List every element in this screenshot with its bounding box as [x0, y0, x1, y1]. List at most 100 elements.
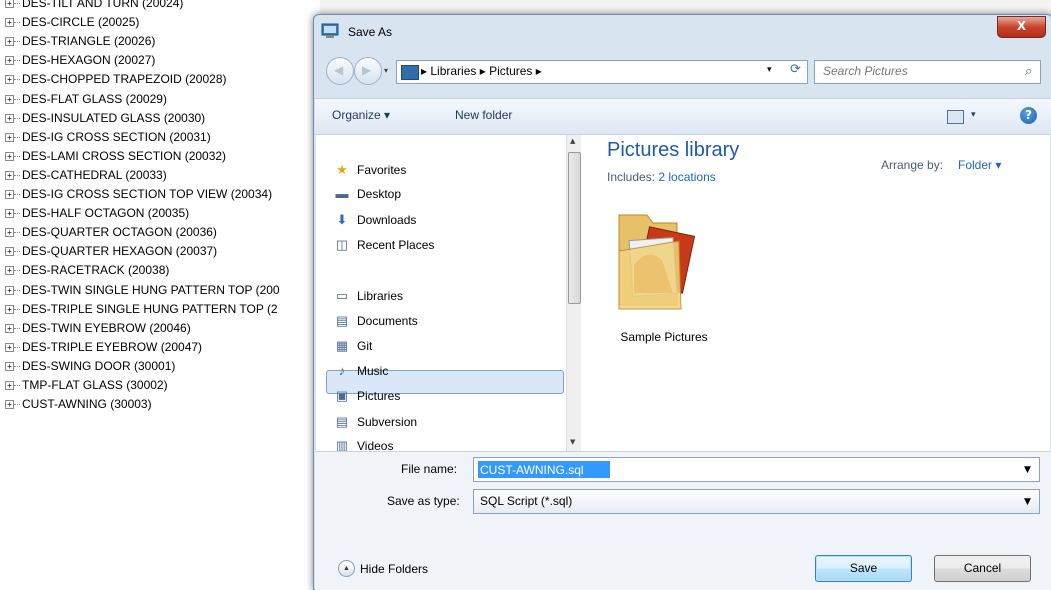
tree-item-label: DES-INSULATED GLASS (20030) [22, 110, 206, 125]
tree-item-label: DES-IG CROSS SECTION (20031) [22, 129, 211, 144]
tree-connector [14, 22, 20, 24]
organize-button[interactable]: Organize ▾ [332, 108, 390, 122]
address-bar[interactable]: ▸ Libraries ▸ Pictures ▸ ▾ ⟳ [396, 60, 808, 84]
tree-item-label: DES-TWIN EYEBROW (20046) [22, 320, 191, 335]
file-name-field[interactable]: ▼ [473, 457, 1040, 482]
nav-item-label: Favorites [357, 163, 407, 177]
expand-icon[interactable]: + [5, 400, 14, 410]
desktop-icon: ▬ [335, 186, 349, 201]
background-tree-panel: + DES-TILT AND TURN (20024) + DES-CIRCLE (2… [0, 0, 321, 588]
forward-button[interactable]: ▶ [354, 57, 382, 85]
back-arrow-icon: ◀ [334, 63, 344, 77]
expand-icon[interactable]: + [5, 75, 14, 85]
tree-item-label: DES-QUARTER OCTAGON (20036) [22, 225, 217, 240]
tree-item-label: DES-CIRCLE (20025) [22, 15, 140, 30]
tree-connector [14, 404, 20, 406]
scroll-down-icon[interactable]: ▼ [570, 438, 575, 446]
tree-item-label: DES-TRIPLE EYEBROW (20047) [22, 339, 203, 354]
tree-item-label: DES-TRIANGLE (20026) [22, 34, 156, 49]
expand-icon[interactable]: + [5, 94, 14, 104]
nav-item-label: Recent Places [357, 238, 435, 252]
view-dropdown-icon[interactable]: ▾ [971, 110, 976, 120]
tree-connector [14, 251, 20, 253]
tree-item-label: DES-CHOPPED TRAPEZOID (20028) [22, 72, 227, 87]
expand-icon[interactable]: + [5, 381, 14, 390]
file-name-input[interactable] [478, 461, 610, 478]
file-name-label: File name: [401, 462, 458, 476]
expand-icon[interactable]: + [5, 151, 14, 161]
tree-connector [14, 117, 20, 119]
expand-icon[interactable]: + [5, 56, 14, 66]
expand-icon[interactable]: + [5, 18, 14, 28]
tree-item-label: DES-TWIN SINGLE HUNG PATTERN TOP (200 [22, 282, 280, 297]
scroll-up-icon[interactable]: ▲ [570, 137, 575, 145]
expand-icon[interactable]: + [5, 0, 14, 8]
save-as-type-dropdown-icon[interactable]: ▼ [1024, 497, 1031, 507]
nav-item-label: Desktop [357, 187, 402, 201]
picture-folder-icon [618, 214, 696, 310]
star-icon: ★ [336, 162, 348, 177]
new-folder-button[interactable]: New folder [455, 108, 512, 122]
tree-item-label: DES-SWING DOOR (30001) [22, 358, 176, 373]
address-dropdown-icon[interactable]: ▾ [767, 65, 772, 75]
expand-icon[interactable]: + [5, 266, 14, 276]
refresh-icon[interactable]: ⟳ [790, 62, 801, 77]
tree-connector [14, 385, 20, 386]
search-icon[interactable]: ⌕ [1025, 64, 1032, 79]
expand-icon[interactable]: + [5, 37, 14, 47]
dialog-title: Save As [348, 25, 393, 39]
file-name-dropdown-icon[interactable]: ▼ [1024, 465, 1031, 475]
save-options-panel: File name: ▼ Save as type: SQL Script (*… [315, 451, 1051, 590]
help-icon[interactable]: ? [1020, 107, 1037, 124]
expand-icon[interactable]: + [5, 304, 14, 314]
nav-item-label: Downloads [357, 213, 417, 227]
save-button[interactable]: Save [815, 555, 912, 582]
expand-icon[interactable]: + [5, 132, 14, 142]
tree-item-label: DES-LAMI CROSS SECTION (20032) [22, 148, 227, 163]
tree-connector [14, 365, 20, 367]
folder-label: Sample Pictures [620, 330, 708, 344]
file-list-pane[interactable]: Pictures library Includes: 2 locations A… [581, 135, 1050, 451]
arrange-by-dropdown[interactable]: Folder ▾ [958, 158, 1001, 172]
pictures-icon: ▣ [335, 388, 349, 403]
expand-icon[interactable]: + [5, 285, 14, 295]
expand-icon[interactable]: + [5, 209, 14, 219]
search-box[interactable]: ⌕ [814, 60, 1041, 84]
forward-arrow-icon: ▶ [362, 63, 372, 77]
back-button[interactable]: ◀ [326, 57, 354, 85]
expand-icon[interactable]: + [5, 190, 14, 199]
save-as-type-select[interactable]: SQL Script (*.sql) ▼ [473, 489, 1040, 514]
change-view-icon[interactable] [947, 110, 964, 124]
tree-connector [14, 98, 20, 100]
expand-icon[interactable]: + [5, 113, 14, 123]
tree-connector [14, 3, 20, 4]
expand-icon[interactable]: + [5, 342, 14, 352]
expand-icon[interactable]: + [5, 170, 14, 180]
recent-pages-dropdown[interactable]: ▾ [384, 66, 388, 75]
tree-item-label: DES-QUARTER HEXAGON (20037) [22, 244, 218, 259]
expand-icon[interactable]: + [5, 247, 14, 257]
recent-places-icon: ◫ [335, 237, 349, 252]
chevron-up-icon: ▲ [338, 560, 355, 577]
tree-item-label: DES-TILT AND TURN (20024) [22, 0, 184, 10]
save-dialog-icon [321, 23, 339, 38]
library-includes: Includes: 2 locations [607, 170, 716, 184]
expand-icon[interactable]: + [5, 323, 14, 333]
scrollbar-thumb[interactable] [568, 152, 581, 304]
folder-item-sample-pictures[interactable]: Sample Pictures [609, 205, 719, 355]
expand-icon[interactable]: + [5, 228, 14, 238]
navigation-scrollbar[interactable]: ▲ ▼ [566, 135, 581, 451]
tree-connector [14, 41, 20, 43]
close-button[interactable]: X [997, 16, 1046, 38]
tree-connector [14, 60, 20, 62]
includes-locations-link[interactable]: 2 locations [658, 170, 715, 184]
address-path[interactable]: ▸ Libraries ▸ Pictures ▸ [421, 64, 542, 78]
expand-icon[interactable]: + [5, 361, 14, 371]
cancel-button[interactable]: Cancel [934, 555, 1031, 582]
tree-connector [14, 79, 20, 81]
search-input[interactable] [823, 64, 1013, 78]
tree-item-label: DES-IG CROSS SECTION TOP VIEW (20034) [22, 187, 273, 201]
dialog-titlebar[interactable]: Save As X [314, 15, 1051, 51]
tree-item-label: DES-CATHEDRAL (20033) [22, 167, 167, 182]
library-folder-icon [401, 65, 419, 80]
